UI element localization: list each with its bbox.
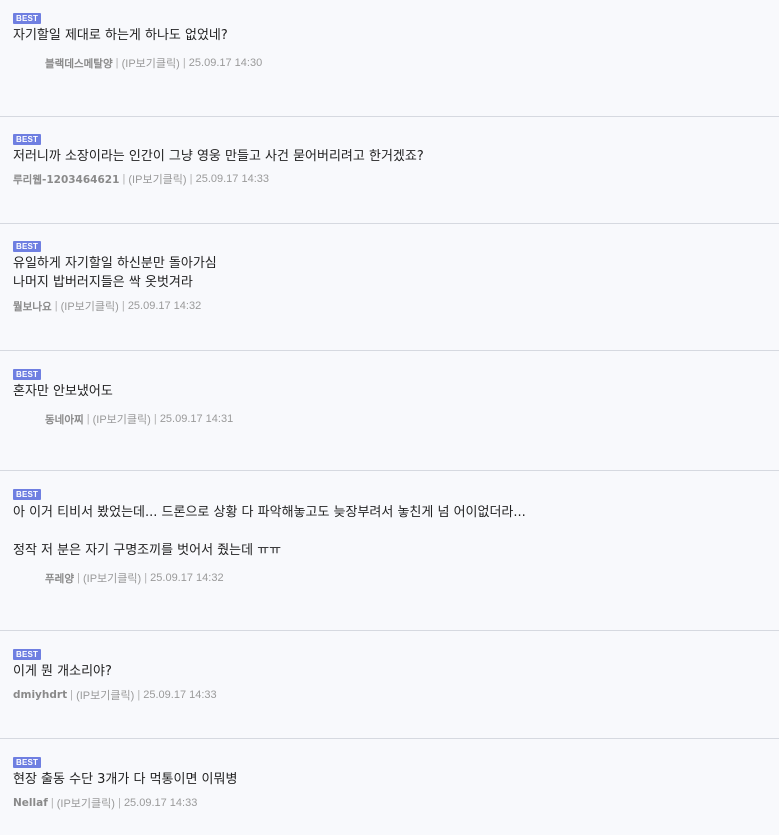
comment-text: 이게 뭔 개소리야? xyxy=(13,664,112,679)
comment-meta: 뭘보나요 | (IP보기클릭) | 25.09.17 14:32 xyxy=(13,298,201,314)
comment-meta: 푸레양 | (IP보기클릭) | 25.09.17 14:32 xyxy=(13,566,224,590)
comment-meta: Nellaf | (IP보기클릭) | 25.09.17 14:33 xyxy=(13,795,197,811)
comment-text: 유일하게 자기할일 하신분만 돌아가심 나머지 밥버러지들은 싹 옷벗겨라 xyxy=(13,256,217,290)
best-badge: BEST xyxy=(13,757,42,768)
separator: | xyxy=(114,797,124,809)
comment-date: 25.09.17 14:32 xyxy=(127,300,202,312)
comment-text: 현장 출동 수단 3개가 다 먹통이면 이뭐병 xyxy=(13,772,238,787)
best-badge: BEST xyxy=(13,134,42,145)
comment-item: BEST 자기할일 제대로 하는게 하나도 없었네? 블랙데스메탈양 | (IP… xyxy=(0,0,779,117)
separator: | xyxy=(119,173,129,185)
separator: | xyxy=(118,300,128,312)
author-name[interactable]: 푸레양 xyxy=(45,571,74,586)
comment-text: 아 이거 티비서 봤었는데... 드론으로 상황 다 파악해놓고도 늦장부려서 … xyxy=(13,505,526,558)
ip-view-link[interactable]: (IP보기클릭) xyxy=(57,795,115,811)
separator: | xyxy=(51,300,61,312)
comment-date: 25.09.17 14:30 xyxy=(188,57,263,69)
comment-date: 25.09.17 14:32 xyxy=(150,572,224,584)
comment-item: BEST 혼자만 안보냈어도 동네아찌 | (IP보기클릭) | 25.09.1… xyxy=(0,351,779,471)
ip-view-link[interactable]: (IP보기클릭) xyxy=(128,171,186,187)
ip-view-link[interactable]: (IP보기클릭) xyxy=(93,411,151,427)
ip-view-link[interactable]: (IP보기클릭) xyxy=(76,687,134,703)
comment-item: BEST 저러니까 소장이라는 인간이 그냥 영웅 만들고 사건 묻어버리려고 … xyxy=(0,117,779,224)
comment-text: 혼자만 안보냈어도 xyxy=(13,384,113,399)
author-name[interactable]: 블랙데스메탈양 xyxy=(45,56,113,71)
ip-view-link[interactable]: (IP보기클릭) xyxy=(61,298,119,314)
comment-meta: 블랙데스메탈양 | (IP보기클릭) | 25.09.17 14:30 xyxy=(13,51,262,75)
comment-item: BEST 현장 출동 수단 3개가 다 먹통이면 이뭐병 Nellaf | (I… xyxy=(0,739,779,835)
user-avatar[interactable] xyxy=(13,566,37,590)
user-avatar[interactable] xyxy=(13,407,37,431)
best-badge: BEST xyxy=(13,489,42,500)
ip-view-link[interactable]: (IP보기클릭) xyxy=(83,570,141,586)
comment-meta: 동네아찌 | (IP보기클릭) | 25.09.17 14:31 xyxy=(13,407,233,431)
separator: | xyxy=(112,57,122,69)
author-name[interactable]: 동네아찌 xyxy=(45,412,84,427)
best-badge: BEST xyxy=(13,241,42,252)
comment-item: BEST 아 이거 티비서 봤었는데... 드론으로 상황 다 파악해놓고도 늦… xyxy=(0,471,779,631)
separator: | xyxy=(134,689,144,701)
author-name[interactable]: dmiyhdrt xyxy=(13,689,67,701)
separator: | xyxy=(47,797,57,809)
comment-text: 저러니까 소장이라는 인간이 그냥 영웅 만들고 사건 묻어버리려고 한거겠죠? xyxy=(13,149,424,164)
separator: | xyxy=(150,413,160,425)
separator: | xyxy=(186,173,196,185)
best-badge: BEST xyxy=(13,13,42,24)
best-comment-list: BEST 자기할일 제대로 하는게 하나도 없었네? 블랙데스메탈양 | (IP… xyxy=(0,0,779,835)
user-avatar[interactable] xyxy=(13,51,37,75)
comment-text: 자기할일 제대로 하는게 하나도 없었네? xyxy=(13,28,228,43)
comment-meta: dmiyhdrt | (IP보기클릭) | 25.09.17 14:33 xyxy=(13,687,217,703)
author-name[interactable]: 루리웹-1203464621 xyxy=(13,172,119,187)
comment-date: 25.09.17 14:33 xyxy=(143,689,217,701)
comment-meta: 루리웹-1203464621 | (IP보기클릭) | 25.09.17 14:… xyxy=(13,171,269,187)
separator: | xyxy=(67,689,77,701)
author-name[interactable]: 뭘보나요 xyxy=(13,299,52,314)
best-badge: BEST xyxy=(13,649,42,660)
author-name[interactable]: Nellaf xyxy=(13,797,48,809)
best-badge: BEST xyxy=(13,369,42,380)
separator: | xyxy=(141,572,151,584)
comment-item: BEST 유일하게 자기할일 하신분만 돌아가심 나머지 밥버러지들은 싹 옷벗… xyxy=(0,224,779,351)
comment-date: 25.09.17 14:33 xyxy=(123,797,198,809)
comment-date: 25.09.17 14:31 xyxy=(159,413,234,425)
separator: | xyxy=(73,572,83,584)
comment-date: 25.09.17 14:33 xyxy=(195,173,269,185)
ip-view-link[interactable]: (IP보기클릭) xyxy=(122,55,180,71)
comment-item: BEST 이게 뭔 개소리야? dmiyhdrt | (IP보기클릭) | 25… xyxy=(0,631,779,739)
separator: | xyxy=(179,57,189,69)
separator: | xyxy=(83,413,93,425)
